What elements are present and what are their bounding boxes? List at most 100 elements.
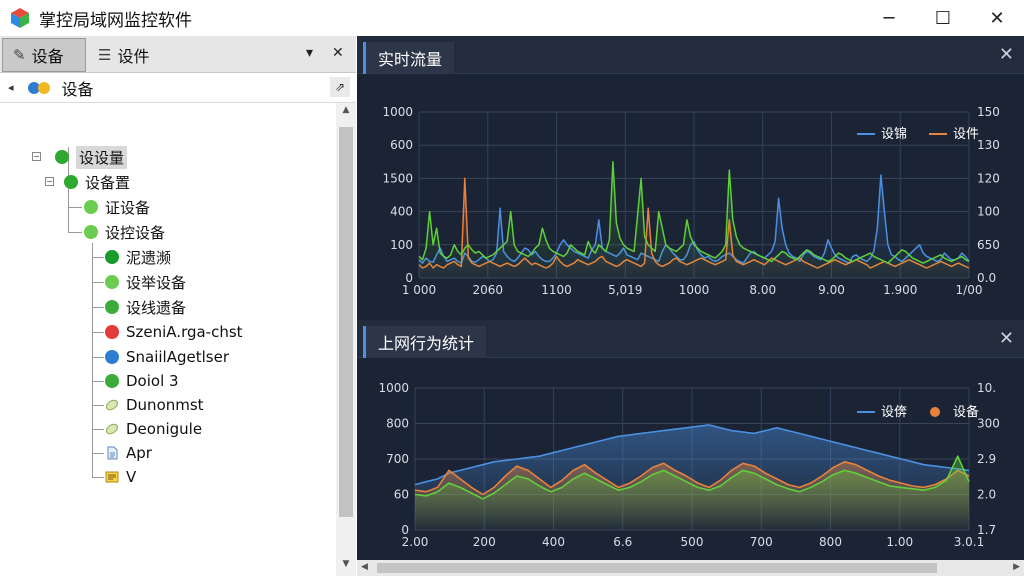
x-tick-label: 1000 [679,283,710,297]
tree-node[interactable]: Dunonmst [105,393,204,417]
y-tick-label: 400 [390,205,413,219]
tree-node[interactable]: 设线遗备 [105,295,186,319]
device-tree: − − 设设量 设备置 证设备 设控设备 泥遗濒 设举设备 设线遗备 Szeni… [0,103,336,576]
pen-icon: ✎ [13,46,26,64]
y2-tick-label: 150 [977,105,1000,119]
behavior-stats-panel: 上网行为统计 ✕ 1000 800 700 60 0 10. 300 2.9 2.0 1.7 2.0… [357,320,1024,560]
tree-node-label: 设控设备 [105,223,166,242]
tree-node-label: SzeniA.rga-chst [126,323,243,341]
collapse-arrow-icon[interactable]: ◂ [8,81,14,94]
tree-scrollbar[interactable]: ▲ ▼ [336,103,356,576]
app-logo-icon [11,8,29,28]
y-tick-label: 1500 [382,171,413,185]
y2-tick-label: 300 [977,417,1000,431]
status-dot-icon [55,150,69,164]
scroll-right-icon[interactable]: ▶ [1013,562,1020,572]
y-tick-label: 100 [390,238,413,252]
scroll-down-icon[interactable]: ▼ [336,559,356,575]
tree-node[interactable]: 证设备 [84,195,150,219]
y2-tick-label: 10. [977,381,996,395]
status-dot-icon [105,300,119,314]
tree-node[interactable]: 泥遗濒 [105,245,171,269]
y2-tick-label: 120 [977,171,1000,185]
tree-node[interactable]: 设举设备 [105,270,186,294]
x-tick-label: 9.00 [818,283,845,297]
legend-label: 设倴 [881,405,907,420]
x-tick-label: 1100 [541,283,572,297]
scroll-thumb[interactable] [377,563,937,573]
x-tick-label: 1/00 [956,283,983,297]
minimize-button[interactable]: ─ [862,0,916,36]
panel-title-tab[interactable]: 实时流量 [363,42,455,74]
panel-title-tab[interactable]: 上网行为统计 [363,326,487,358]
tab-label: 设备 [31,47,64,66]
scroll-thumb[interactable] [339,127,353,517]
status-dot-icon [84,225,98,239]
tab-menu-button[interactable]: ▾ [306,45,313,61]
window-title: 掌控局域网监控软件 [39,10,192,31]
expand-toggle-icon[interactable]: − [32,152,41,161]
dashboard-area: 实时流量 ✕ 1000 600 1500 400 100 0 150 130 120 100 650… [357,36,1024,576]
tree-node[interactable]: 设设量 [55,145,128,169]
tree-node[interactable]: SnaiilAgetlser [105,345,229,369]
leaf-icon [106,399,118,411]
left-tab-bar: ✎ 设备 ☰ 设件 ▾ ✕ [0,36,356,73]
status-dot-icon [105,275,119,289]
tree-node-label: Doiol 3 [126,372,179,390]
note-icon [105,471,119,483]
leaf-icon [106,423,118,435]
y2-tick-label: 650 [977,238,1000,252]
expand-toggle-icon[interactable]: − [45,177,54,186]
pin-icon[interactable]: ⇗ [330,77,350,97]
tree-node[interactable]: Deonigule [105,417,202,441]
device-group-icon [27,81,54,95]
y-tick-label: 600 [390,138,413,152]
behavior-stats-chart: 100080070060010.3002.92.01.72.00 200 400 6.… [378,381,1000,549]
y-tick-label: 60 [394,488,409,502]
tree-node-label: 设备置 [85,173,131,192]
tree-node-label: 证设备 [105,198,151,217]
x-tick-label: 5,019 [608,283,642,297]
tree-node[interactable]: 设控设备 [84,220,165,244]
x-tick-label: 3.0.1 [954,535,985,549]
y2-tick-label: 2.0 [977,488,996,502]
panel-title: 实时流量 [378,50,443,69]
x-tick-label: 2.00 [402,535,429,549]
tab-close-button[interactable]: ✕ [332,45,344,61]
tree-node-label: 设设量 [76,145,128,169]
x-tick-label: 8.00 [749,283,776,297]
x-tick-label: 1 000 [402,283,436,297]
legend-label: 设备 [953,404,979,420]
tab-parts[interactable]: ☰ 设件 [92,38,149,72]
tab-label: 设件 [117,47,150,66]
x-tick-label: 200 [473,535,496,549]
status-dot-icon [64,175,78,189]
y2-tick-label: 100 [977,205,1000,219]
horizontal-scrollbar[interactable]: ◀ ▶ [357,560,1024,576]
x-tick-label: 6.6 [613,535,632,549]
title-bar: 掌控局域网监控软件 ─ ☐ ✕ [0,0,1024,36]
close-button[interactable]: ✕ [970,0,1024,36]
y2-tick-label: 2.9 [977,452,996,466]
panel-close-button[interactable]: ✕ [999,328,1014,349]
scroll-up-icon[interactable]: ▲ [336,105,356,121]
status-dot-icon [84,200,98,214]
tree-node[interactable]: 设备置 [64,170,130,194]
maximize-button[interactable]: ☐ [916,0,970,36]
device-panel: ✎ 设备 ☰ 设件 ▾ ✕ ◂ 设备 ⇗ − − 设设量 设备置 证设备 设控设… [0,36,356,576]
y-tick-label: 800 [386,417,409,431]
y-tick-label: 1000 [378,381,409,395]
tree-node[interactable]: SzeniA.rga-chst [105,320,243,344]
doc-icon [107,446,118,460]
x-tick-label: 400 [542,535,565,549]
app-window: 掌控局域网监控软件 ─ ☐ ✕ ✎ 设备 ☰ 设件 ▾ ✕ ◂ 设备 ⇗ − −… [0,0,1024,576]
tree-node[interactable]: Doiol 3 [105,369,179,393]
tree-node[interactable]: Apr [105,441,152,465]
panel-close-button[interactable]: ✕ [999,44,1014,65]
scroll-left-icon[interactable]: ◀ [361,562,368,572]
tree-root-row[interactable]: ◂ 设备 ⇗ [0,73,356,103]
tree-root-label: 设备 [61,79,94,99]
tree-node[interactable]: V [105,465,136,489]
tab-devices[interactable]: ✎ 设备 [2,38,86,72]
tree-node-label: SnaiilAgetlser [126,348,229,366]
